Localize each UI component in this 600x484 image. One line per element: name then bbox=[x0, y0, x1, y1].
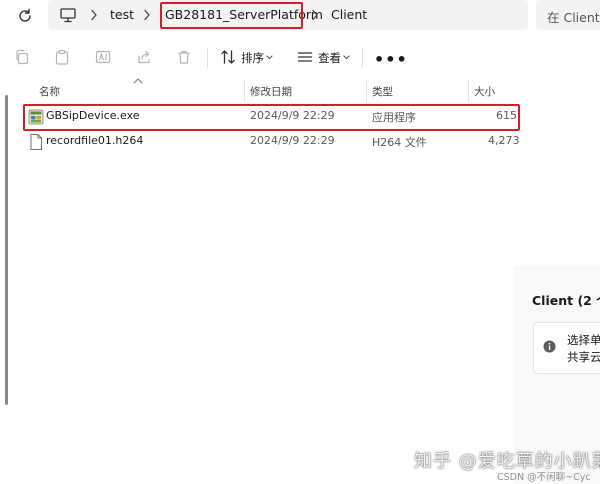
column-header-type[interactable]: 类型 bbox=[372, 84, 393, 99]
info-icon bbox=[543, 340, 556, 353]
file-explorer-window: test GB28181_ServerPlatform Client 在 Cli… bbox=[0, 0, 600, 484]
sort-button[interactable]: 排序 bbox=[241, 50, 264, 66]
toolbar-divider bbox=[207, 48, 208, 68]
navigation-pane-scrollbar[interactable] bbox=[5, 95, 8, 405]
sort-ascending-icon bbox=[133, 78, 143, 84]
toolbar-divider bbox=[362, 48, 363, 68]
chevron-right-icon[interactable] bbox=[143, 9, 151, 21]
watermark-source-text: CSDN @不闲聊~Cyc bbox=[497, 472, 591, 483]
rename-icon[interactable] bbox=[95, 49, 111, 65]
column-divider[interactable] bbox=[468, 80, 469, 102]
sort-icon[interactable] bbox=[220, 49, 236, 65]
breadcrumb-gb28181-serverplatform[interactable]: GB28181_ServerPlatform bbox=[165, 7, 323, 22]
chevron-down-icon[interactable] bbox=[343, 55, 350, 60]
details-info-line-2: 共享云 bbox=[567, 350, 600, 364]
application-exe-icon bbox=[28, 109, 44, 125]
file-type: 应用程序 bbox=[372, 111, 416, 124]
file-name[interactable]: GBSipDevice.exe bbox=[46, 109, 140, 122]
file-type: H264 文件 bbox=[372, 136, 427, 149]
paste-icon[interactable] bbox=[54, 49, 70, 65]
chevron-right-icon[interactable] bbox=[90, 9, 98, 21]
this-pc-icon[interactable] bbox=[60, 6, 76, 24]
breadcrumb-test[interactable]: test bbox=[110, 7, 134, 22]
more-options-button[interactable]: ••• bbox=[374, 50, 408, 69]
column-header-modified[interactable]: 修改日期 bbox=[250, 84, 292, 99]
delete-icon[interactable] bbox=[176, 49, 192, 65]
column-header-size[interactable]: 大小 bbox=[474, 84, 495, 99]
column-header-name[interactable]: 名称 bbox=[39, 84, 60, 99]
file-size: 4,273 bbox=[488, 134, 520, 147]
view-icon[interactable] bbox=[297, 49, 313, 65]
details-info-line-1: 选择单 bbox=[567, 333, 600, 347]
search-placeholder: 在 Client 中 bbox=[547, 10, 600, 25]
file-modified: 2024/9/9 22:29 bbox=[250, 134, 335, 147]
file-name[interactable]: recordfile01.h264 bbox=[46, 134, 143, 147]
file-document-icon bbox=[30, 134, 42, 150]
column-divider[interactable] bbox=[244, 80, 245, 102]
view-button[interactable]: 查看 bbox=[318, 50, 341, 66]
column-divider[interactable] bbox=[366, 80, 367, 102]
file-size: 615 bbox=[496, 109, 517, 122]
share-icon[interactable] bbox=[136, 49, 152, 65]
refresh-icon[interactable] bbox=[16, 7, 34, 25]
chevron-down-icon[interactable] bbox=[266, 55, 273, 60]
table-row[interactable]: GBSipDevice.exe 2024/9/9 22:29 应用程序 615 bbox=[22, 105, 517, 129]
table-row[interactable]: recordfile01.h264 2024/9/9 22:29 H264 文件… bbox=[22, 130, 520, 154]
breadcrumb-client[interactable]: Client bbox=[331, 7, 367, 22]
copy-icon[interactable] bbox=[14, 49, 30, 65]
details-title: Client (2 个 bbox=[532, 293, 600, 308]
file-modified: 2024/9/9 22:29 bbox=[250, 109, 335, 122]
chevron-right-icon[interactable] bbox=[311, 9, 319, 21]
